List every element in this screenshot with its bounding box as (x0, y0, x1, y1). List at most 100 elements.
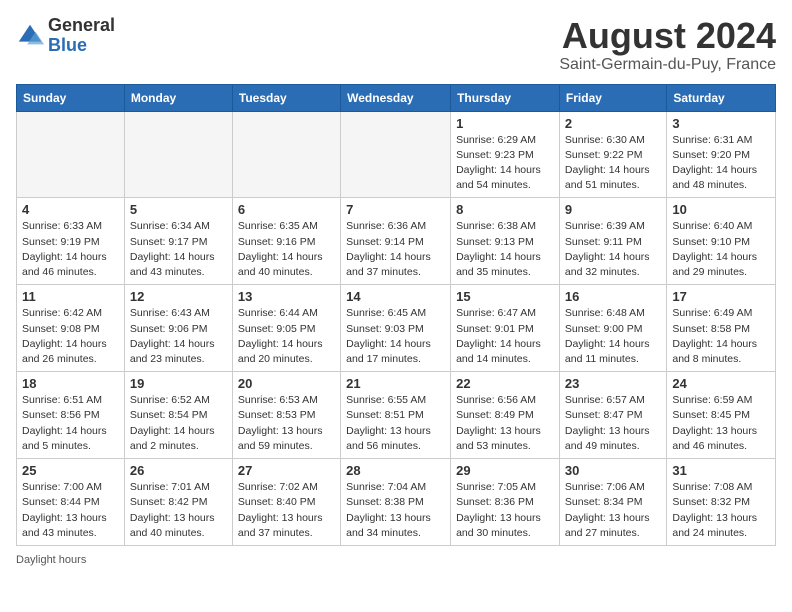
logo-blue: Blue (48, 35, 87, 55)
day-info: Sunrise: 6:31 AM Sunset: 9:20 PM Dayligh… (672, 133, 770, 194)
logo: General Blue (16, 16, 115, 56)
calendar-cell: 3Sunrise: 6:31 AM Sunset: 9:20 PM Daylig… (667, 111, 776, 198)
day-number: 5 (130, 202, 227, 217)
day-number: 25 (22, 463, 119, 478)
day-number: 6 (238, 202, 335, 217)
calendar-cell: 4 Sunrise: 6:33 AM Sunset: 9:19 PM Daylig… (17, 198, 125, 285)
day-info: Sunrise: 6:55 AM Sunset: 8:51 PM Dayligh… (346, 393, 445, 454)
calendar-cell (232, 111, 340, 198)
calendar-cell: 14 Sunrise: 6:45 AM Sunset: 9:03 PM Dayli… (341, 285, 451, 372)
calendar-cell: 24Sunrise: 6:59 AM Sunset: 8:45 PM Dayli… (667, 372, 776, 459)
day-info: Sunrise: 7:08 AM Sunset: 8:32 PM Dayligh… (672, 480, 770, 541)
day-number: 26 (130, 463, 227, 478)
day-header-tuesday: Tuesday (232, 84, 340, 111)
logo-text: General Blue (48, 16, 115, 56)
location-title: Saint-Germain-du-Puy, France (559, 56, 776, 74)
day-number: 13 (238, 289, 335, 304)
day-number: 31 (672, 463, 770, 478)
day-info: Sunrise: 6:43 AM Sunset: 9:06 PM Dayligh… (130, 306, 227, 367)
calendar-cell: 26Sunrise: 7:01 AM Sunset: 8:42 PM Dayli… (124, 459, 232, 546)
day-info: Sunrise: 6:29 AM Sunset: 9:23 PM Dayligh… (456, 133, 554, 194)
day-number: 29 (456, 463, 554, 478)
day-number: 27 (238, 463, 335, 478)
day-header-sunday: Sunday (17, 84, 125, 111)
day-number: 16 (565, 289, 661, 304)
logo-general: General (48, 15, 115, 35)
day-info: Sunrise: 6:51 AM Sunset: 8:56 PM Dayligh… (22, 393, 119, 454)
footer-note: Daylight hours (16, 554, 776, 566)
calendar-cell: 12 Sunrise: 6:43 AM Sunset: 9:06 PM Dayli… (124, 285, 232, 372)
day-info: Sunrise: 6:47 AM Sunset: 9:01 PM Dayligh… (456, 306, 554, 367)
calendar-table: SundayMondayTuesdayWednesdayThursdayFrid… (16, 84, 776, 546)
month-title: August 2024 (559, 16, 776, 56)
calendar-cell: 17 Sunrise: 6:49 AM Sunset: 8:58 PM Dayli… (667, 285, 776, 372)
day-header-saturday: Saturday (667, 84, 776, 111)
day-info: Sunrise: 7:04 AM Sunset: 8:38 PM Dayligh… (346, 480, 445, 541)
day-info: Sunrise: 7:06 AM Sunset: 8:34 PM Dayligh… (565, 480, 661, 541)
day-header-wednesday: Wednesday (341, 84, 451, 111)
calendar-cell (124, 111, 232, 198)
day-info: Sunrise: 6:57 AM Sunset: 8:47 PM Dayligh… (565, 393, 661, 454)
day-number: 23 (565, 376, 661, 391)
day-number: 11 (22, 289, 119, 304)
day-number: 21 (346, 376, 445, 391)
day-info: Sunrise: 6:44 AM Sunset: 9:05 PM Dayligh… (238, 306, 335, 367)
day-number: 4 (22, 202, 119, 217)
day-info: Sunrise: 6:59 AM Sunset: 8:45 PM Dayligh… (672, 393, 770, 454)
calendar-cell (17, 111, 125, 198)
header: General Blue August 2024 Saint-Germain-d… (16, 16, 776, 74)
day-info: Sunrise: 6:52 AM Sunset: 8:54 PM Dayligh… (130, 393, 227, 454)
day-info: Sunrise: 6:49 AM Sunset: 8:58 PM Dayligh… (672, 306, 770, 367)
calendar-cell: 6 Sunrise: 6:35 AM Sunset: 9:16 PM Daylig… (232, 198, 340, 285)
calendar-cell: 27 Sunrise: 7:02 AM Sunset: 8:40 PM Dayli… (232, 459, 340, 546)
day-info: Sunrise: 6:40 AM Sunset: 9:10 PM Dayligh… (672, 219, 770, 280)
calendar-cell: 20 Sunrise: 6:53 AM Sunset: 8:53 PM Dayli… (232, 372, 340, 459)
title-area: August 2024 Saint-Germain-du-Puy, France (559, 16, 776, 74)
day-number: 18 (22, 376, 119, 391)
day-number: 19 (130, 376, 227, 391)
day-number: 7 (346, 202, 445, 217)
calendar-cell: 11Sunrise: 6:42 AM Sunset: 9:08 PM Dayli… (17, 285, 125, 372)
calendar-cell: 19 Sunrise: 6:52 AM Sunset: 8:54 PM Dayli… (124, 372, 232, 459)
day-info: Sunrise: 6:36 AM Sunset: 9:14 PM Dayligh… (346, 219, 445, 280)
calendar-cell: 1 Sunrise: 6:29 AM Sunset: 9:23 PM Daylig… (451, 111, 560, 198)
day-info: Sunrise: 6:48 AM Sunset: 9:00 PM Dayligh… (565, 306, 661, 367)
calendar-cell: 7 Sunrise: 6:36 AM Sunset: 9:14 PM Daylig… (341, 198, 451, 285)
calendar-cell: 18 Sunrise: 6:51 AM Sunset: 8:56 PM Dayli… (17, 372, 125, 459)
calendar-cell: 2 Sunrise: 6:30 AM Sunset: 9:22 PM Daylig… (559, 111, 666, 198)
day-info: Sunrise: 7:02 AM Sunset: 8:40 PM Dayligh… (238, 480, 335, 541)
day-info: Sunrise: 6:38 AM Sunset: 9:13 PM Dayligh… (456, 219, 554, 280)
day-info: Sunrise: 6:45 AM Sunset: 9:03 PM Dayligh… (346, 306, 445, 367)
day-info: Sunrise: 6:35 AM Sunset: 9:16 PM Dayligh… (238, 219, 335, 280)
day-number: 9 (565, 202, 661, 217)
day-info: Sunrise: 6:56 AM Sunset: 8:49 PM Dayligh… (456, 393, 554, 454)
calendar-cell: 28Sunrise: 7:04 AM Sunset: 8:38 PM Dayli… (341, 459, 451, 546)
day-info: Sunrise: 6:33 AM Sunset: 9:19 PM Dayligh… (22, 219, 119, 280)
day-info: Sunrise: 6:39 AM Sunset: 9:11 PM Dayligh… (565, 219, 661, 280)
calendar-cell: 5Sunrise: 6:34 AM Sunset: 9:17 PM Daylig… (124, 198, 232, 285)
day-info: Sunrise: 6:30 AM Sunset: 9:22 PM Dayligh… (565, 133, 661, 194)
calendar-cell: 31 Sunrise: 7:08 AM Sunset: 8:32 PM Dayli… (667, 459, 776, 546)
calendar-cell: 29Sunrise: 7:05 AM Sunset: 8:36 PM Dayli… (451, 459, 560, 546)
day-header-thursday: Thursday (451, 84, 560, 111)
calendar-cell: 10Sunrise: 6:40 AM Sunset: 9:10 PM Dayli… (667, 198, 776, 285)
day-number: 17 (672, 289, 770, 304)
calendar-cell: 13 Sunrise: 6:44 AM Sunset: 9:05 PM Dayli… (232, 285, 340, 372)
day-number: 30 (565, 463, 661, 478)
calendar-cell: 16 Sunrise: 6:48 AM Sunset: 9:00 PM Dayli… (559, 285, 666, 372)
day-info: Sunrise: 7:00 AM Sunset: 8:44 PM Dayligh… (22, 480, 119, 541)
calendar-cell: 25 Sunrise: 7:00 AM Sunset: 8:44 PM Dayli… (17, 459, 125, 546)
calendar-cell (341, 111, 451, 198)
day-number: 1 (456, 116, 554, 131)
day-number: 12 (130, 289, 227, 304)
calendar-cell: 15Sunrise: 6:47 AM Sunset: 9:01 PM Dayli… (451, 285, 560, 372)
day-number: 2 (565, 116, 661, 131)
day-number: 14 (346, 289, 445, 304)
day-number: 22 (456, 376, 554, 391)
day-header-monday: Monday (124, 84, 232, 111)
day-info: Sunrise: 6:53 AM Sunset: 8:53 PM Dayligh… (238, 393, 335, 454)
calendar-cell: 9 Sunrise: 6:39 AM Sunset: 9:11 PM Daylig… (559, 198, 666, 285)
day-number: 20 (238, 376, 335, 391)
calendar-cell: 8 Sunrise: 6:38 AM Sunset: 9:13 PM Daylig… (451, 198, 560, 285)
day-number: 8 (456, 202, 554, 217)
